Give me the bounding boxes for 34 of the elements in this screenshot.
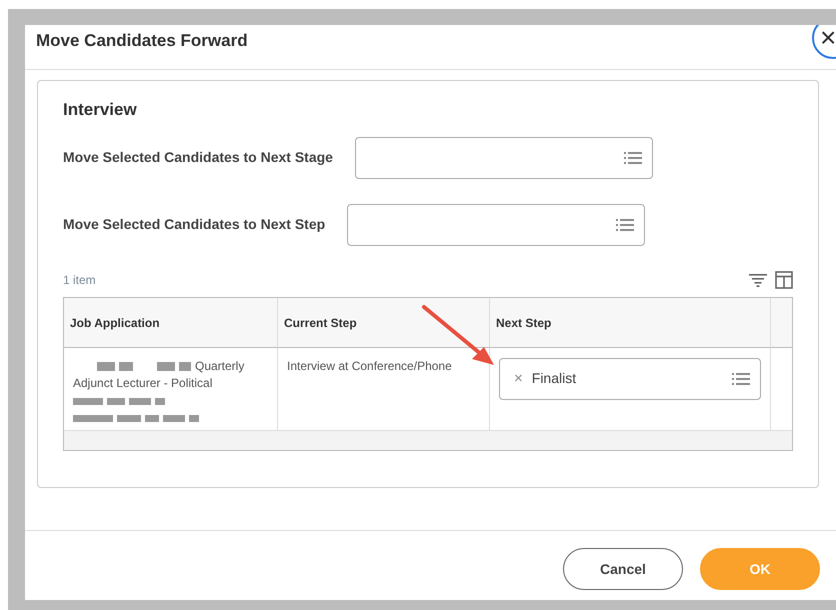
redacted-mark	[73, 415, 113, 422]
dialog-title: Move Candidates Forward	[36, 30, 248, 52]
select-field[interactable]	[347, 204, 646, 246]
redacted-mark	[97, 362, 115, 371]
remove-button[interactable]: ×	[514, 371, 523, 386]
column-header: Current Step	[278, 298, 490, 348]
close-button[interactable]: ×	[812, 25, 836, 59]
redacted-mark	[157, 362, 175, 371]
item-count: 1 item	[63, 272, 96, 288]
column-header: Job Application	[64, 298, 278, 348]
columns-icon[interactable]	[775, 270, 793, 288]
redacted-mark	[155, 398, 165, 405]
list-icon[interactable]	[624, 150, 642, 164]
select-field[interactable]	[354, 136, 653, 178]
cell-text: Quarterly	[195, 358, 244, 372]
redacted-mark	[119, 362, 133, 371]
redacted-mark	[117, 415, 141, 422]
cell-text: Adjunct Lecturer - Political	[73, 374, 214, 392]
redacted-mark	[145, 415, 159, 422]
redacted-mark	[179, 362, 191, 371]
filter-icon[interactable]	[749, 272, 767, 286]
redacted-mark	[73, 398, 103, 405]
list-icon[interactable]	[616, 218, 634, 232]
redacted-mark	[163, 415, 185, 422]
field-label: Move Selected Candidates to Next Stage	[63, 148, 333, 167]
list-icon[interactable]	[732, 372, 750, 386]
cancel-button[interactable]: Cancel	[563, 548, 683, 590]
redacted-mark	[129, 398, 151, 405]
column-header: Next Step	[490, 298, 771, 348]
redacted-mark	[189, 415, 199, 422]
section-title: Interview	[63, 99, 138, 121]
select-field[interactable]: × Finalist	[499, 358, 761, 400]
field-label: Move Selected Candidates to Next Step	[63, 215, 326, 234]
redacted-mark	[107, 398, 125, 405]
